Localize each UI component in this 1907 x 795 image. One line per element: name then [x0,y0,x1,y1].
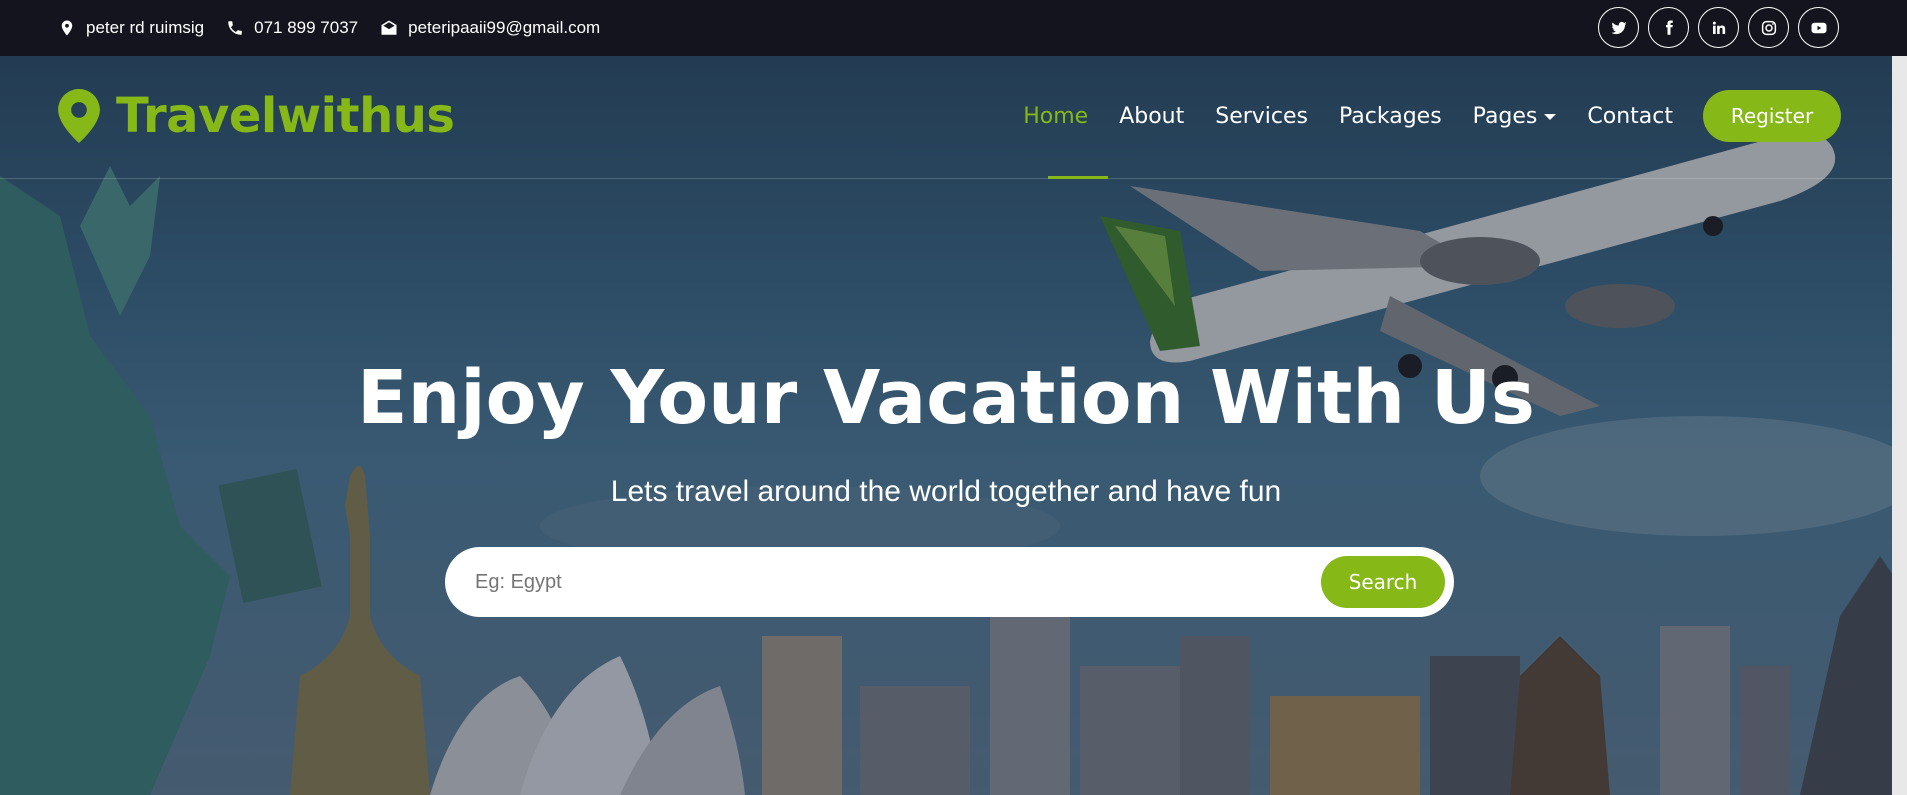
phone-icon [228,21,242,35]
nav-divider [0,178,1892,179]
brand-name: Travelwithus [116,88,455,144]
email-item: peteripaaii99@gmail.com [380,18,600,38]
destination-search-bar: Search [445,547,1454,617]
contact-info: peter rd ruimsig 071 899 7037 peteripaai… [58,0,600,56]
brand-logo[interactable]: Travelwithus [58,88,455,144]
nav-pages-label: Pages [1472,103,1538,129]
twitter-link[interactable] [1598,7,1639,48]
hero-subheadline: Lets travel around the world together an… [610,475,1282,508]
active-nav-indicator [1048,176,1108,179]
instagram-icon [1761,20,1776,35]
email-text: peteripaaii99@gmail.com [408,18,601,37]
map-marker-icon [58,89,100,143]
top-bar: peter rd ruimsig 071 899 7037 peteripaai… [0,0,1907,56]
caret-down-icon [1544,114,1557,120]
facebook-icon [1665,20,1673,35]
social-links [1598,7,1839,48]
destination-search-input[interactable] [475,565,1275,599]
instagram-link[interactable] [1748,7,1789,48]
nav-home[interactable]: Home [1023,90,1088,142]
facebook-link[interactable] [1648,7,1689,48]
nav-packages[interactable]: Packages [1339,90,1442,142]
linkedin-icon [1712,21,1725,34]
register-button[interactable]: Register [1703,90,1841,142]
envelope-open-icon [381,20,397,35]
nav-pages-dropdown[interactable]: Pages [1473,90,1557,142]
page-scrollbar[interactable] [1892,56,1907,795]
phone-item: 071 899 7037 [226,18,358,38]
youtube-link[interactable] [1798,7,1839,48]
nav-contact[interactable]: Contact [1587,90,1673,142]
twitter-icon [1611,21,1626,34]
main-nav: Home About Services Packages Pages Conta… [992,90,1841,142]
search-button[interactable]: Search [1321,556,1445,608]
map-marker-icon [61,20,73,36]
linkedin-link[interactable] [1698,7,1739,48]
hero-headline: Enjoy Your Vacation With Us [357,355,1535,441]
phone-text: 071 899 7037 [254,18,359,37]
nav-services[interactable]: Services [1215,90,1308,142]
youtube-icon [1811,22,1826,33]
nav-about[interactable]: About [1119,90,1184,142]
address-item: peter rd ruimsig [58,18,204,38]
address-text: peter rd ruimsig [86,18,205,37]
